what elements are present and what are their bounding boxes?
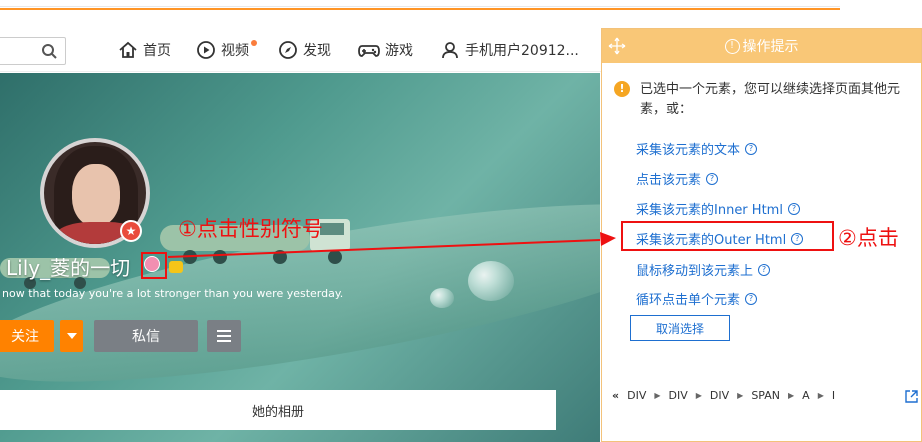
- element-breadcrumb: « DIV ▶ DIV ▶ DIV ▶ SPAN ▶ A ▶ I: [612, 389, 835, 402]
- water-drop-decoration: [468, 261, 514, 301]
- avatar-photo: [72, 164, 120, 226]
- nav-home-label: 首页: [143, 43, 171, 59]
- water-drop-decoration: [430, 288, 454, 308]
- outer-html-highlight-box: [621, 221, 834, 251]
- menu-icon: [217, 330, 231, 332]
- option-collect-inner-html[interactable]: 采集该元素的Inner Html?: [636, 199, 800, 218]
- option-mouse-hover[interactable]: 鼠标移动到该元素上?: [636, 260, 771, 279]
- help-icon[interactable]: ?: [745, 292, 758, 305]
- nav-home[interactable]: 首页: [118, 38, 171, 62]
- gamepad-icon: [358, 45, 380, 57]
- nav-games[interactable]: 游戏: [358, 38, 413, 62]
- info-icon: !: [724, 38, 740, 54]
- nav-video[interactable]: 视频: [196, 38, 249, 62]
- help-icon[interactable]: ?: [745, 142, 758, 155]
- search-icon[interactable]: [41, 43, 57, 59]
- chevron-right-icon: ▶: [737, 391, 744, 400]
- user-icon: [442, 42, 458, 59]
- strip-accent-line: [0, 8, 840, 10]
- option-label: 采集该元素的Inner Html: [636, 203, 783, 218]
- breadcrumb-item[interactable]: DIV: [627, 389, 646, 402]
- chevron-right-icon: ▶: [788, 391, 795, 400]
- help-icon[interactable]: ?: [706, 172, 719, 185]
- profile-signature: now that today you're a lot stronger tha…: [2, 287, 344, 300]
- gender-icon-highlight-box: [141, 252, 167, 279]
- search-input[interactable]: [0, 37, 66, 65]
- option-label: 点击该元素: [636, 173, 702, 188]
- breadcrumb-item[interactable]: I: [832, 389, 835, 402]
- home-icon: [119, 41, 137, 58]
- option-loop-click[interactable]: 循环点击单个元素?: [636, 289, 758, 308]
- menu-icon: [217, 340, 231, 342]
- more-menu-button[interactable]: [207, 320, 241, 352]
- panel-description: 已选中一个元素，您可以继续选择页面其他元素，或：: [640, 82, 901, 117]
- option-label: 鼠标移动到该元素上: [636, 264, 754, 279]
- follow-button[interactable]: 关注: [0, 320, 54, 352]
- nav-games-label: 游戏: [385, 43, 413, 59]
- help-icon[interactable]: ?: [758, 263, 771, 276]
- nav-user[interactable]: 手机用户20912...: [440, 38, 579, 62]
- member-level-icon[interactable]: [169, 261, 183, 273]
- nav-user-label: 手机用户20912...: [465, 43, 579, 59]
- nav-discover-label: 发现: [303, 43, 331, 59]
- option-collect-text[interactable]: 采集该元素的文本?: [636, 139, 758, 158]
- video-notification-dot: [251, 40, 257, 46]
- cancel-selection-button[interactable]: 取消选择: [630, 315, 730, 341]
- menu-icon: [217, 335, 231, 337]
- breadcrumb-item[interactable]: DIV: [669, 389, 688, 402]
- chevron-right-icon: ▶: [695, 391, 702, 400]
- tab-her-album[interactable]: 她的相册: [0, 390, 556, 430]
- panel-title: 操作提示: [742, 39, 799, 55]
- warning-icon: !: [614, 81, 630, 97]
- message-button[interactable]: 私信: [94, 320, 198, 352]
- strip-divider: [0, 6, 840, 7]
- annotation-step1: ①点击性别符号: [178, 217, 323, 241]
- external-link-icon[interactable]: [904, 389, 919, 404]
- breadcrumb-item[interactable]: SPAN: [751, 389, 780, 402]
- nav-video-label: 视频: [221, 43, 249, 59]
- help-icon[interactable]: ?: [787, 202, 800, 215]
- annotation-step2: ②点击: [838, 226, 899, 250]
- chevron-right-icon: ▶: [817, 391, 824, 400]
- browser-top-strip: [0, 0, 922, 28]
- video-icon: [197, 41, 215, 59]
- nav-discover[interactable]: 发现: [278, 38, 331, 62]
- option-label: 采集该元素的文本: [636, 143, 741, 158]
- profile-username: Lily_菱的一切: [6, 256, 131, 280]
- option-click-element[interactable]: 点击该元素?: [636, 169, 719, 188]
- panel-header: ! 操作提示: [602, 29, 921, 63]
- follow-dropdown-button[interactable]: [60, 320, 83, 352]
- breadcrumb-item[interactable]: A: [802, 389, 810, 402]
- move-icon[interactable]: [608, 37, 626, 55]
- option-label: 循环点击单个元素: [636, 293, 741, 308]
- verified-badge-icon: ★: [120, 220, 142, 242]
- compass-icon: [279, 41, 297, 59]
- chevron-right-icon: ▶: [654, 391, 661, 400]
- breadcrumb-back-icon[interactable]: «: [612, 389, 619, 402]
- breadcrumb-item[interactable]: DIV: [710, 389, 729, 402]
